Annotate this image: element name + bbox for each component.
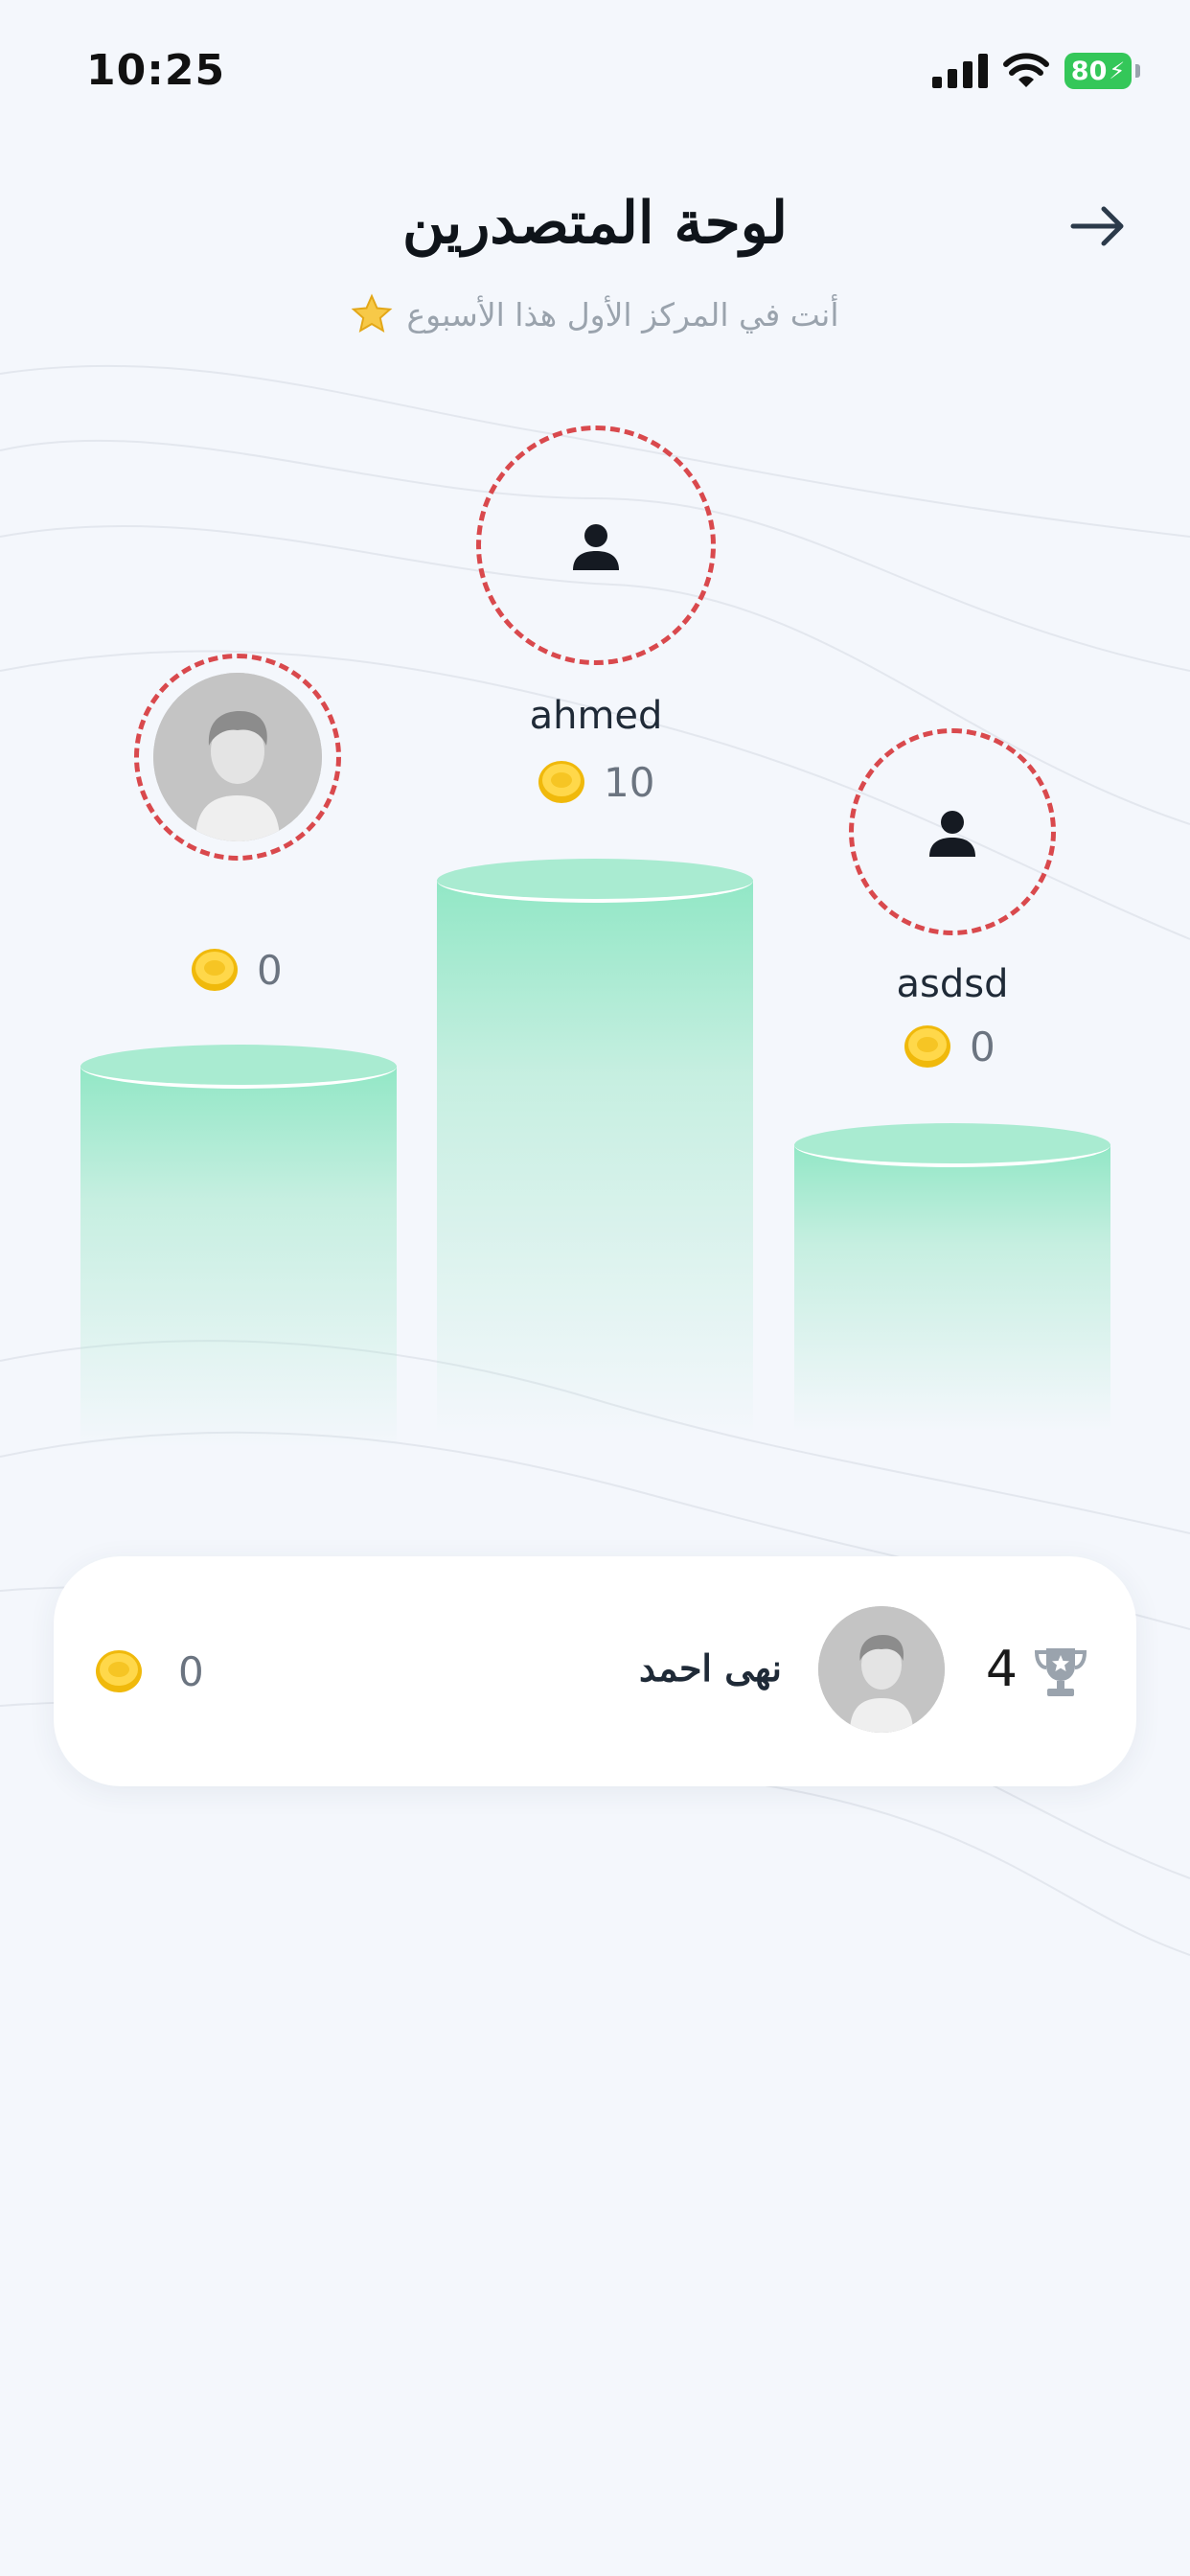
podium-pillar-first <box>437 859 753 1436</box>
charging-bolt-icon: ⚡ <box>1109 58 1126 84</box>
current-user-card[interactable]: 4 نهى احمد 0 <box>54 1556 1136 1786</box>
coin-icon <box>904 1025 950 1068</box>
person-icon <box>573 524 619 570</box>
third-place-points: 0 <box>970 1023 995 1070</box>
battery-level: 80 <box>1070 56 1108 86</box>
profile-photo <box>153 673 322 841</box>
wifi-icon <box>1003 53 1049 87</box>
third-place-avatar[interactable] <box>849 728 1056 935</box>
second-place-avatar[interactable] <box>134 654 341 861</box>
current-user-points: 0 <box>178 1647 204 1695</box>
coin-icon <box>192 949 238 991</box>
status-icons: 80 ⚡ <box>932 50 1140 92</box>
trophy-icon <box>1033 1644 1088 1704</box>
status-time: 10:25 <box>86 46 226 95</box>
first-place-points: 10 <box>604 758 655 806</box>
cellular-signal-icon <box>932 54 988 88</box>
subtitle-row: أنت في المركز الأول هذا الأسبوع <box>0 293 1190 335</box>
second-place-points: 0 <box>257 946 283 994</box>
current-user-avatar <box>818 1606 945 1733</box>
third-place-score: 0 <box>903 1022 995 1071</box>
current-user-name: نهى احمد <box>639 1646 782 1690</box>
profile-photo-icon <box>818 1606 945 1733</box>
podium-pillar-third <box>794 1123 1110 1432</box>
battery-tip <box>1135 64 1140 78</box>
coin-icon <box>538 761 584 803</box>
profile-photo-icon <box>153 673 322 841</box>
third-place-name: asdsd <box>896 962 1009 1006</box>
second-place-score: 0 <box>190 945 283 995</box>
first-place-score: 10 <box>537 757 654 807</box>
person-icon <box>929 811 975 857</box>
subtitle: أنت في المركز الأول هذا الأسبوع <box>406 295 839 334</box>
first-place-avatar[interactable] <box>476 426 716 665</box>
page-title: لوحة المتصدرين <box>401 190 789 257</box>
arrow-right-icon <box>1070 206 1124 246</box>
battery-indicator: 80 ⚡ <box>1064 53 1132 89</box>
current-user-score: 0 <box>94 1646 204 1696</box>
first-place-name: ahmed <box>529 694 663 738</box>
coin-icon <box>96 1650 142 1692</box>
current-user-rank: 4 <box>985 1641 1018 1698</box>
podium-pillar-second <box>80 1045 397 1449</box>
forward-button[interactable] <box>1064 192 1133 261</box>
star-icon <box>352 293 393 334</box>
